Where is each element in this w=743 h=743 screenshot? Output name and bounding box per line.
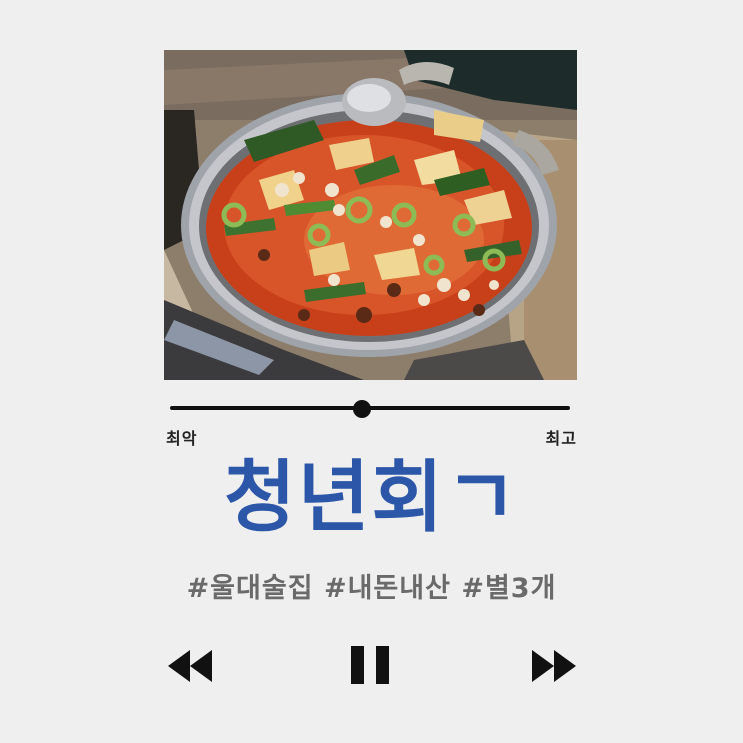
rating-min-label: 최악 (166, 429, 198, 448)
pause-button[interactable] (351, 646, 391, 686)
rating-slider[interactable] (170, 400, 570, 418)
restaurant-title: 청년회ㄱ (223, 453, 520, 543)
slider-knob[interactable] (353, 400, 371, 418)
fast-forward-button[interactable] (530, 648, 578, 684)
food-photo (164, 50, 577, 380)
rewind-button[interactable] (166, 648, 214, 684)
player-controls (0, 640, 743, 700)
rewind-icon (166, 648, 214, 684)
fast-forward-icon (530, 648, 578, 684)
pause-icon (351, 646, 391, 686)
rating-max-label: 최고 (545, 429, 577, 448)
hashtags: #울대술집 #내돈내산 #별3개 (186, 573, 557, 604)
